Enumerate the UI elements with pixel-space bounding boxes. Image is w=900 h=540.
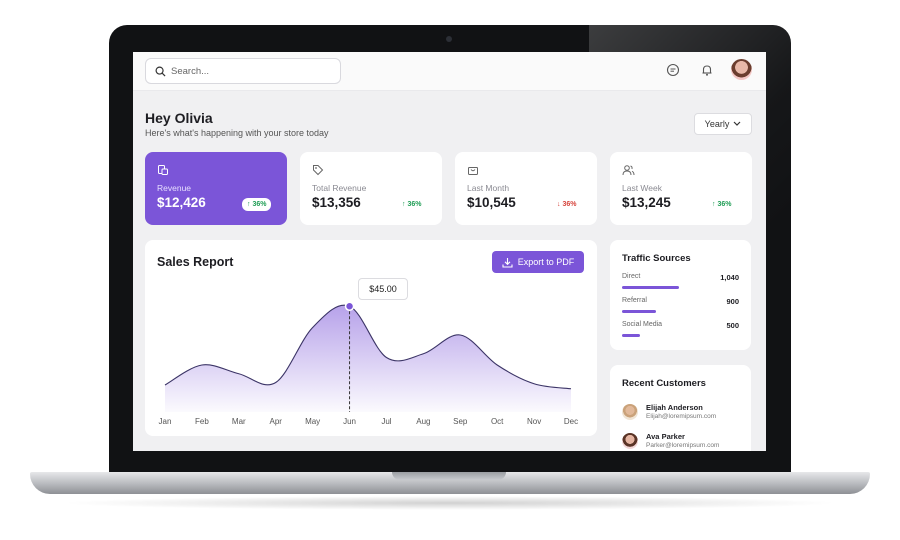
stat-change: 36%: [407, 201, 422, 208]
chevron-down-icon: [733, 121, 741, 126]
x-tick-label: Feb: [195, 417, 209, 426]
stat-label: Revenue: [157, 183, 192, 193]
customer-item[interactable]: Elijah Anderson Elijah@loremipsum.com: [622, 402, 747, 424]
x-tick-label: Mar: [232, 417, 246, 426]
x-tick-label: Oct: [491, 417, 504, 426]
chart-tooltip: $45.00: [358, 278, 408, 300]
bag-icon: [468, 167, 478, 175]
stat-change-badge: ↑ 36%: [242, 198, 272, 211]
stat-change: 36%: [717, 201, 732, 208]
recent-customers-title: Recent Customers: [622, 378, 706, 389]
customer-item[interactable]: Ava Parker Parker@loremipsum.com: [622, 431, 747, 451]
x-tick-label: Jul: [381, 417, 391, 426]
stat-change-badge: ↑ 36%: [397, 198, 427, 211]
customer-email: Parker@loremipsum.com: [646, 442, 720, 449]
x-tick-label: Jan: [159, 417, 172, 426]
traffic-bar: [622, 310, 656, 313]
customer-avatar: [622, 433, 638, 449]
search-input[interactable]: Search...: [171, 66, 209, 77]
coins-icon: [158, 165, 168, 175]
chat-icon[interactable]: [664, 61, 682, 79]
users-icon: [622, 165, 635, 176]
stat-label: Last Week: [622, 183, 663, 193]
x-tick-label: Jun: [343, 417, 356, 426]
period-select[interactable]: Yearly: [694, 113, 752, 135]
stat-value: $10,545: [467, 195, 516, 210]
camera: [446, 36, 452, 42]
stat-label: Last Month: [467, 183, 510, 193]
stat-value: $13,245: [622, 195, 671, 210]
stat-card-last-month[interactable]: Last Month $10,545 ↓ 36%: [455, 152, 597, 225]
sales-chart: Jan Feb Mar Apr May Jun Jul Aug Sep Oct Nov Dec: [159, 301, 578, 426]
customer-avatar: [622, 404, 638, 420]
stat-value: $12,426: [157, 195, 206, 210]
x-tick-label: Aug: [416, 417, 430, 426]
page-subtitle: Here's what's happening with your store …: [145, 128, 329, 138]
stat-change-badge: ↓ 36%: [552, 198, 582, 211]
traffic-name: Social Media: [622, 321, 663, 328]
page-title: Hey Olivia: [145, 110, 213, 126]
traffic-name: Referral: [622, 297, 647, 304]
tag-icon: [313, 165, 324, 176]
customer-name: Ava Parker: [646, 432, 685, 441]
customer-name: Elijah Anderson: [646, 403, 703, 412]
stat-change: 36%: [252, 201, 267, 208]
x-tick-label: Sep: [453, 417, 468, 426]
search-box[interactable]: Search...: [145, 58, 341, 84]
top-bar: Search...: [133, 52, 766, 91]
x-tick-label: May: [305, 417, 320, 426]
traffic-bar-track: [622, 334, 739, 337]
stat-card-total-revenue[interactable]: Total Revenue $13,356 ↑ 36%: [300, 152, 442, 225]
laptop-shadow: [60, 496, 840, 510]
x-tick-label: Dec: [564, 417, 578, 426]
stat-card-revenue[interactable]: Revenue $12,426 ↑ 36%: [145, 152, 287, 225]
x-tick-label: Nov: [527, 417, 541, 426]
traffic-bar-track: [622, 286, 739, 289]
traffic-value: 500: [726, 321, 739, 330]
traffic-value: 1,040: [720, 273, 739, 282]
stat-change: 36%: [562, 201, 577, 208]
traffic-bar-track: [622, 310, 739, 313]
traffic-sources-title: Traffic Sources: [622, 253, 691, 264]
user-avatar[interactable]: [731, 59, 752, 80]
x-tick-label: Apr: [270, 417, 283, 426]
traffic-bar: [622, 286, 680, 289]
chart-highlight-point[interactable]: [344, 301, 355, 311]
stat-change-badge: ↑ 36%: [707, 198, 737, 211]
traffic-value: 900: [726, 297, 739, 306]
sales-report-panel: Sales Report Export to PDF Jan Feb Mar Apr M…: [145, 240, 597, 436]
customer-email: Elijah@loremipsum.com: [646, 413, 717, 420]
traffic-sources-panel: Traffic Sources Direct 1,040 Referral 90…: [610, 240, 751, 350]
stat-label: Total Revenue: [312, 183, 367, 193]
search-icon: [155, 66, 166, 77]
period-select-value: Yearly: [704, 119, 730, 129]
chart-area-fill: [165, 305, 571, 412]
recent-customers-panel: Recent Customers Elijah Anderson Elijah@…: [610, 365, 751, 451]
traffic-name: Direct: [622, 273, 641, 280]
traffic-bar: [622, 334, 640, 337]
stat-card-last-week[interactable]: Last Week $13,245 ↑ 36%: [610, 152, 752, 225]
laptop-notch: [392, 472, 506, 480]
stat-value: $13,356: [312, 195, 361, 210]
dashboard-screen: Search... Hey Olivia Here's what's happe…: [133, 52, 766, 451]
bell-icon[interactable]: [698, 61, 716, 79]
